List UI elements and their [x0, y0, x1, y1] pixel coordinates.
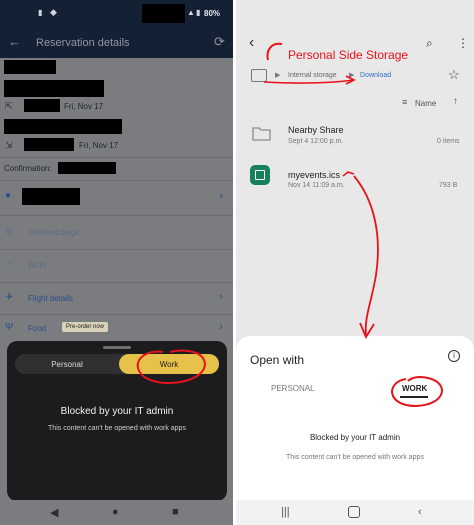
file-date: Sept 4 12:00 p.m.	[288, 138, 344, 145]
battery-level: 80%	[204, 9, 221, 18]
tab-work[interactable]: Work	[119, 354, 219, 374]
blocked-title: Blocked by your IT admin	[309, 433, 401, 442]
list-item-label: Wi-Fi	[28, 261, 47, 270]
file-name: myevents.ics	[288, 170, 341, 180]
food-icon: Ψ	[5, 322, 14, 333]
blocked-subtitle: This content can't be opened with work a…	[286, 454, 424, 461]
sort-direction-icon[interactable]: ↑	[453, 96, 458, 107]
profile-switcher: Personal Work	[15, 354, 219, 374]
wifi-status-icon: ▲	[187, 8, 195, 17]
redacted-block	[4, 119, 122, 134]
divider	[0, 249, 233, 250]
home-nav-icon[interactable]: ●	[112, 506, 119, 518]
info-icon[interactable]: i	[448, 350, 460, 362]
sort-label[interactable]: Name	[415, 99, 436, 108]
back-arrow-icon[interactable]: ←	[8, 34, 21, 49]
departure-icon: ⇱	[5, 101, 13, 111]
app-bar: ← Reservation details ⟳	[0, 28, 233, 58]
blocked-subtitle: This content can't be opened with work a…	[48, 425, 186, 432]
file-date: Nov 14 11:09 a.m.	[288, 182, 345, 189]
redacted-block	[4, 80, 104, 97]
chevron-right-icon: ›	[219, 258, 223, 270]
refresh-icon[interactable]: ⟳	[214, 34, 225, 50]
tab-work[interactable]: WORK	[402, 384, 427, 393]
home-nav-icon[interactable]	[348, 506, 360, 518]
list-item-label: Flight details	[28, 294, 73, 303]
file-meta: 793 B	[439, 182, 458, 189]
home-folder-icon[interactable]	[251, 69, 267, 82]
arrival-date: Fri, Nov 17	[79, 141, 119, 150]
sheet-title: Open with	[250, 353, 305, 367]
folder-icon	[252, 127, 271, 141]
recents-nav-icon[interactable]: |||	[281, 506, 290, 518]
back-arrow-icon[interactable]: ‹	[249, 34, 254, 52]
open-with-sheet: Open with i PERSONAL WORK Blocked by you…	[236, 336, 474, 502]
list-item-label: Food	[28, 324, 47, 333]
back-nav-icon[interactable]: ‹	[418, 506, 422, 518]
status-bar: ▮ ◆ ▲ ▮ 80%	[0, 0, 233, 28]
recents-nav-icon[interactable]: ■	[172, 506, 179, 518]
search-icon[interactable]: ⌕	[426, 36, 433, 51]
chevron-right-icon: ▶	[275, 72, 281, 79]
file-meta: 0 items	[437, 138, 460, 145]
arrival-icon: ⇲	[5, 140, 13, 150]
bag-icon: ▣	[5, 226, 15, 237]
person-icon: ●	[5, 190, 12, 201]
star-icon[interactable]: ☆	[448, 67, 460, 83]
divider	[0, 314, 233, 315]
shield-icon: ◆	[50, 7, 57, 17]
breadcrumb-internal[interactable]: Internal storage	[288, 72, 337, 79]
breadcrumb-download[interactable]: Download	[360, 72, 391, 79]
navigation-bar: ||| ‹	[236, 500, 474, 525]
battery-icon: ▮	[196, 8, 201, 17]
tab-personal[interactable]: PERSONAL	[271, 384, 315, 393]
chevron-right-icon: ›	[219, 291, 223, 303]
list-item-label: Checked bags	[28, 228, 80, 237]
blocked-title: Blocked by your IT admin	[60, 406, 174, 417]
plane-icon: ✈	[5, 292, 14, 303]
tab-work-underline	[400, 396, 428, 398]
departure-date: Fri, Nov 17	[64, 102, 104, 111]
redacted-block	[4, 60, 56, 74]
wifi-icon: ≋	[5, 259, 14, 270]
redacted-block	[58, 162, 116, 174]
redacted-block	[142, 4, 185, 23]
tab-personal[interactable]: Personal	[17, 354, 117, 374]
page-title: Reservation details	[36, 37, 130, 49]
redacted-block	[22, 188, 80, 205]
open-with-sheet: Personal Work Blocked by your IT admin T…	[7, 341, 227, 501]
file-name: Nearby Share	[288, 125, 344, 135]
redacted-block	[24, 138, 74, 151]
right-phone-screen: ‹ Personal Side Storage ⌕ ⋮ ▶ Internal s…	[236, 0, 474, 525]
chevron-right-icon[interactable]: ›	[219, 190, 223, 202]
left-phone-screen: ▮ ◆ ▲ ▮ 80% ← Reservation details ⟳ ⇱ Fr…	[0, 0, 233, 525]
notification-icon: ▮	[38, 8, 43, 17]
navigation-bar: ◀ ● ■	[0, 500, 233, 525]
divider	[0, 282, 233, 283]
chevron-right-icon: ›	[219, 321, 223, 333]
redacted-block	[24, 99, 60, 112]
sort-icon[interactable]: ≡	[402, 97, 407, 107]
chevron-right-icon: ›	[219, 225, 223, 237]
divider	[0, 215, 233, 216]
sheet-handle[interactable]	[103, 346, 131, 349]
divider	[0, 180, 233, 181]
divider	[0, 157, 233, 158]
confirmation-label: Confirmation:	[4, 164, 52, 173]
more-options-icon[interactable]: ⋮	[457, 36, 469, 50]
annotation-label: Personal Side Storage	[288, 48, 409, 62]
calendar-file-icon	[250, 165, 270, 185]
pre-order-badge: Pre-order now	[62, 322, 109, 332]
chevron-right-icon: ▶	[349, 72, 355, 79]
back-nav-icon[interactable]: ◀	[50, 506, 58, 519]
